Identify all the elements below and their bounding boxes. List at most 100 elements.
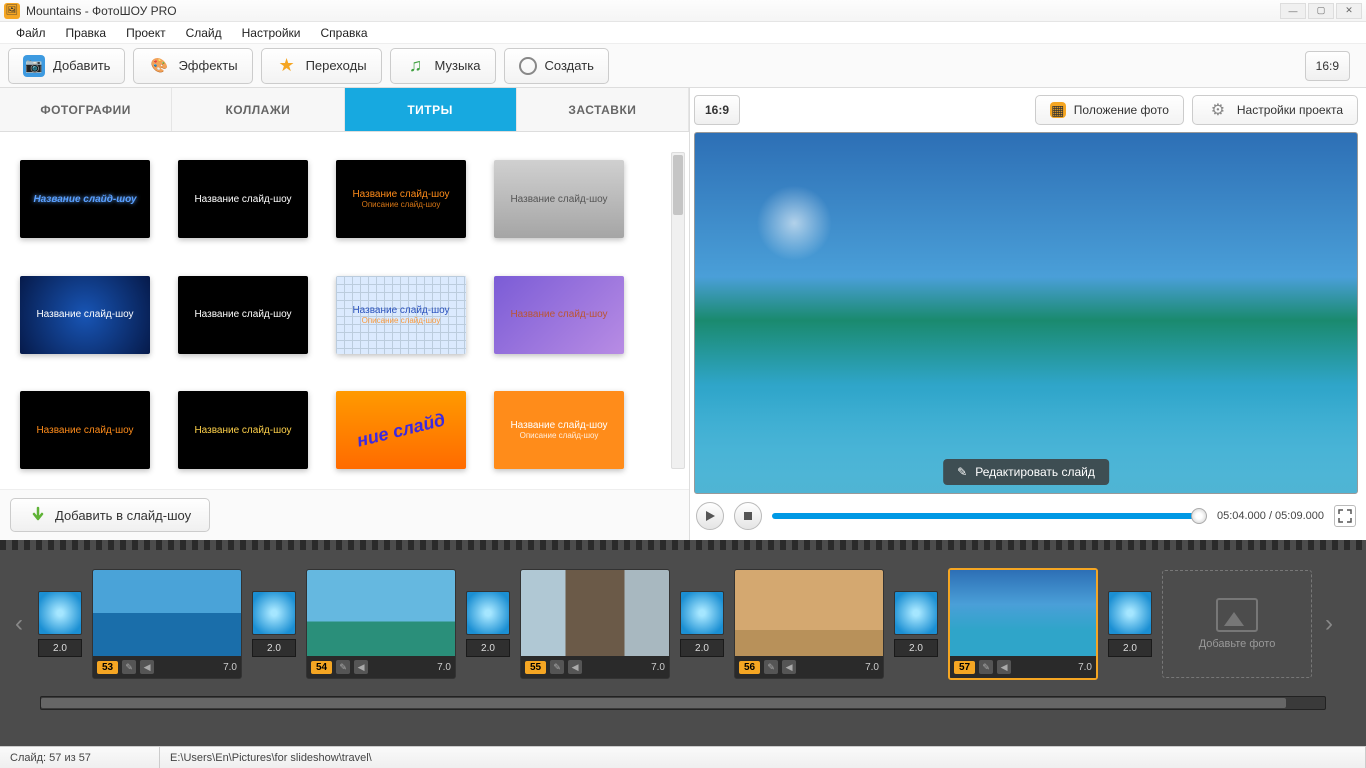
slide-number: 56: [739, 661, 760, 674]
horizontal-scrollbar[interactable]: [40, 696, 1326, 710]
menu-edit[interactable]: Правка: [56, 26, 117, 40]
menu-settings[interactable]: Настройки: [232, 26, 311, 40]
create-button[interactable]: Создать: [504, 48, 609, 84]
transition-duration: 2.0: [1108, 639, 1152, 657]
transition-end[interactable]: 2.0: [1106, 591, 1154, 657]
add-photo-placeholder[interactable]: Добавьте фото: [1162, 570, 1312, 678]
title-template-3[interactable]: Название слайд-шоуОписание слайд-шоу: [336, 160, 466, 238]
title-template-1[interactable]: Название слайд-шоу: [20, 160, 150, 238]
transition-duration: 2.0: [680, 639, 724, 657]
slide-56[interactable]: 56✎◀7.0: [734, 569, 884, 679]
slide-55[interactable]: 55✎◀7.0: [520, 569, 670, 679]
gear-icon: ⚙: [1207, 99, 1229, 121]
slide-thumbnail: [521, 570, 669, 656]
effects-button[interactable]: 🎨 Эффекты: [133, 48, 252, 84]
transition-54[interactable]: 2.0: [250, 591, 298, 657]
close-button[interactable]: ✕: [1336, 3, 1362, 19]
transition-icon: [466, 591, 510, 635]
sound-icon[interactable]: ◀: [568, 660, 582, 674]
stop-button[interactable]: [734, 502, 762, 530]
fullscreen-button[interactable]: [1334, 505, 1356, 527]
title-template-8[interactable]: Название слайд-шоу: [494, 276, 624, 354]
window-title: Mountains - ФотоШОУ PRO: [26, 4, 177, 18]
seek-bar[interactable]: [772, 513, 1207, 519]
transition-56[interactable]: 2.0: [678, 591, 726, 657]
edit-slide-button[interactable]: ✎ Редактировать слайд: [943, 459, 1109, 485]
transition-icon: [252, 591, 296, 635]
transition-icon: [894, 591, 938, 635]
edit-slide-label: Редактировать слайд: [975, 465, 1095, 479]
pencil-icon[interactable]: ✎: [550, 660, 564, 674]
title-template-10[interactable]: Название слайд-шоу: [178, 391, 308, 469]
slide-54[interactable]: 54 ✎ ◀ 7.0: [306, 569, 456, 679]
slide-53[interactable]: 53✎◀7.0: [92, 569, 242, 679]
tab-collages[interactable]: КОЛЛАЖИ: [172, 88, 344, 131]
transition-duration: 2.0: [466, 639, 510, 657]
play-button[interactable]: [696, 502, 724, 530]
title-template-12[interactable]: Название слайд-шоуОписание слайд-шоу: [494, 391, 624, 469]
music-icon: ♫: [405, 55, 427, 77]
sound-icon[interactable]: ◀: [354, 660, 368, 674]
tab-intros[interactable]: ЗАСТАВКИ: [517, 88, 689, 131]
timeline-prev[interactable]: ‹: [10, 574, 28, 674]
status-path: E:\Users\En\Pictures\for slideshow\trave…: [160, 747, 1366, 768]
menu-help[interactable]: Справка: [310, 26, 377, 40]
photo-position-button[interactable]: ▦ Положение фото: [1035, 95, 1184, 125]
title-template-2[interactable]: Название слайд-шоу: [178, 160, 308, 238]
menu-project[interactable]: Проект: [116, 26, 176, 40]
aspect-ratio-button[interactable]: 16:9: [1305, 51, 1350, 81]
titlebar: 🖼 Mountains - ФотоШОУ PRO — ▢ ✕: [0, 0, 1366, 22]
slide-57[interactable]: 57✎◀7.0: [948, 568, 1098, 680]
vertical-scrollbar[interactable]: [671, 152, 685, 469]
add-button[interactable]: 📷 Добавить: [8, 48, 125, 84]
create-button-label: Создать: [545, 58, 594, 73]
add-to-slideshow-button[interactable]: Добавить в слайд-шоу: [10, 498, 210, 532]
slide-duration: 7.0: [437, 662, 451, 673]
transition-53[interactable]: 2.0: [36, 591, 84, 657]
transitions-button[interactable]: ★ Переходы: [261, 48, 382, 84]
title-template-4[interactable]: Название слайд-шоу: [494, 160, 624, 238]
title-template-9[interactable]: Название слайд-шоу: [20, 391, 150, 469]
title-template-11[interactable]: ние слайд: [336, 391, 466, 469]
add-to-slideshow-label: Добавить в слайд-шоу: [55, 508, 191, 523]
music-button-label: Музыка: [435, 58, 481, 73]
content-tabs: ФОТОГРАФИИ КОЛЛАЖИ ТИТРЫ ЗАСТАВКИ: [0, 88, 689, 132]
music-button[interactable]: ♫ Музыка: [390, 48, 496, 84]
title-template-7[interactable]: Название слайд-шоуОписание слайд-шоу: [336, 276, 466, 354]
film-strip-top: [0, 540, 1366, 550]
pencil-icon[interactable]: ✎: [122, 660, 136, 674]
tab-photos[interactable]: ФОТОГРАФИИ: [0, 88, 172, 131]
tab-titles[interactable]: ТИТРЫ: [345, 88, 517, 131]
project-settings-label: Настройки проекта: [1237, 103, 1343, 117]
photo-icon: ▦: [1050, 102, 1066, 118]
main-area: ФОТОГРАФИИ КОЛЛАЖИ ТИТРЫ ЗАСТАВКИ Назван…: [0, 88, 1366, 540]
export-icon: [519, 57, 537, 75]
minimize-button[interactable]: —: [1280, 3, 1306, 19]
add-photo-label: Добавьте фото: [1199, 638, 1276, 650]
maximize-button[interactable]: ▢: [1308, 3, 1334, 19]
image-placeholder-icon: [1216, 598, 1258, 632]
menu-slide[interactable]: Слайд: [176, 26, 232, 40]
slide-thumbnail: [735, 570, 883, 656]
transition-57[interactable]: 2.0: [892, 591, 940, 657]
transition-55[interactable]: 2.0: [464, 591, 512, 657]
timeline-next[interactable]: ›: [1320, 574, 1338, 674]
title-template-5[interactable]: Название слайд-шоу: [20, 276, 150, 354]
sound-icon[interactable]: ◀: [782, 660, 796, 674]
sound-icon[interactable]: ◀: [140, 660, 154, 674]
playback-controls: 05:04.000 / 05:09.000: [694, 494, 1358, 534]
pencil-icon[interactable]: ✎: [764, 660, 778, 674]
pencil-icon[interactable]: ✎: [979, 660, 993, 674]
arrow-down-icon: [29, 506, 47, 524]
project-settings-button[interactable]: ⚙ Настройки проекта: [1192, 95, 1358, 125]
aspect-display[interactable]: 16:9: [694, 95, 740, 125]
menu-file[interactable]: Файл: [6, 26, 56, 40]
transition-icon: [38, 591, 82, 635]
palette-icon: 🎨: [148, 55, 170, 77]
title-template-6[interactable]: Название слайд-шоу: [178, 276, 308, 354]
seek-knob[interactable]: [1191, 508, 1207, 524]
statusbar: Слайд: 57 из 57 E:\Users\En\Pictures\for…: [0, 746, 1366, 768]
slide-number: 54: [311, 661, 332, 674]
sound-icon[interactable]: ◀: [997, 660, 1011, 674]
pencil-icon[interactable]: ✎: [336, 660, 350, 674]
